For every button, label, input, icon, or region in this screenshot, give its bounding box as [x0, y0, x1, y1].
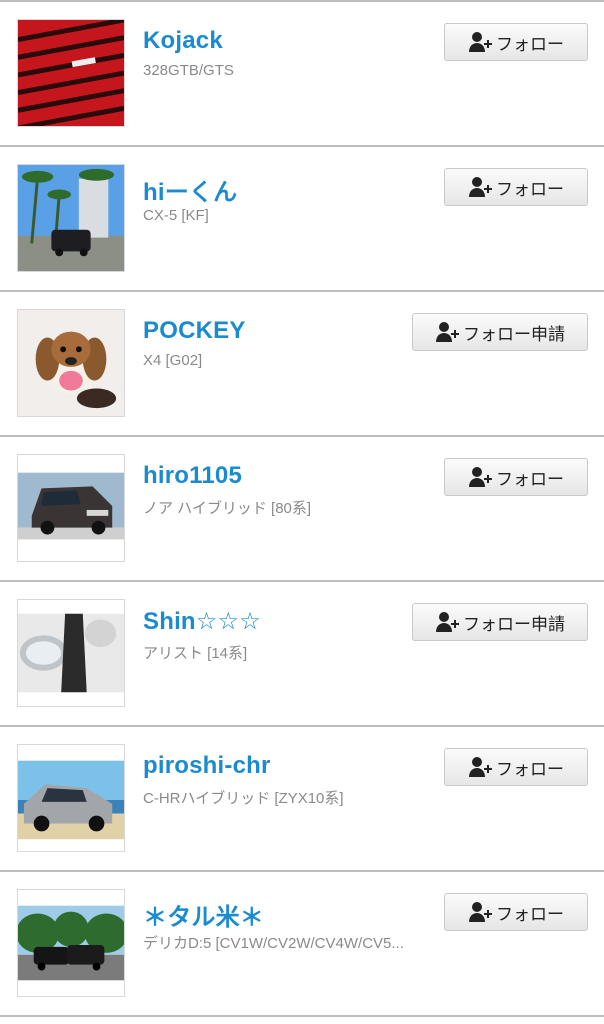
add-user-icon	[468, 901, 492, 923]
user-name[interactable]: Shin☆☆☆	[143, 607, 261, 636]
follow-button-label: フォロー	[496, 34, 564, 54]
user-name[interactable]: hiーくん	[143, 172, 237, 207]
user-car: CX-5 [KF]	[143, 207, 209, 224]
palm-tree-suv-photo	[18, 165, 124, 271]
user-avatar[interactable]	[17, 19, 125, 127]
user-car: X4 [G02]	[143, 352, 203, 369]
two-cars-photo	[18, 890, 124, 996]
user-name[interactable]: Kojack	[143, 27, 223, 55]
user-avatar[interactable]	[17, 889, 125, 997]
user-name[interactable]: hiro1105	[143, 462, 242, 490]
follow-button[interactable]: フォロー	[444, 893, 588, 931]
follow-button-label: フォロー	[496, 759, 564, 779]
beach-car-photo	[18, 745, 124, 851]
user-list: Kojack 328GTB/GTS フォロー hiーくん CX-5 [KF] フ…	[0, 0, 604, 1024]
add-user-icon	[468, 756, 492, 778]
add-user-icon	[468, 466, 492, 488]
list-item[interactable]: Kojack 328GTB/GTS フォロー	[0, 2, 604, 147]
follow-request-button-label: フォロー申請	[463, 324, 565, 344]
user-car: デリカD:5 [CV1W/CV2W/CV4W/CV5...	[143, 935, 404, 952]
list-item[interactable]: POCKEY X4 [G02] フォロー申請	[0, 292, 604, 437]
minivan-photo	[18, 455, 124, 561]
follow-button-label: フォロー	[496, 469, 564, 489]
headlight-photo	[18, 600, 124, 706]
user-name[interactable]: ＊タル米＊	[143, 897, 264, 932]
follow-button[interactable]: フォロー	[444, 168, 588, 206]
list-item[interactable]: ＊タル米＊ デリカD:5 [CV1W/CV2W/CV4W/CV5... フォロー	[0, 872, 604, 1017]
user-car: アリスト [14系]	[143, 645, 248, 662]
user-avatar[interactable]	[17, 599, 125, 707]
user-car: 328GTB/GTS	[143, 62, 234, 79]
add-user-icon	[435, 611, 459, 633]
user-avatar[interactable]	[17, 164, 125, 272]
user-avatar[interactable]	[17, 454, 125, 562]
list-item[interactable]: Shin☆☆☆ アリスト [14系] フォロー申請	[0, 582, 604, 727]
red-grille-photo	[18, 20, 124, 126]
follow-button[interactable]: フォロー	[444, 23, 588, 61]
user-car: ノア ハイブリッド [80系]	[143, 500, 312, 517]
follow-button-label: フォロー	[496, 904, 564, 924]
follow-button-label: フォロー	[496, 179, 564, 199]
user-avatar[interactable]	[17, 309, 125, 417]
list-item[interactable]: hiro1105 ノア ハイブリッド [80系] フォロー	[0, 437, 604, 582]
user-avatar[interactable]	[17, 744, 125, 852]
follow-request-button[interactable]: フォロー申請	[412, 313, 588, 351]
list-item[interactable]: hiーくん CX-5 [KF] フォロー	[0, 147, 604, 292]
follow-button[interactable]: フォロー	[444, 748, 588, 786]
list-item[interactable]: piroshi-chr C-HRハイブリッド [ZYX10系] フォロー	[0, 727, 604, 872]
add-user-icon	[468, 176, 492, 198]
follow-button[interactable]: フォロー	[444, 458, 588, 496]
plush-dog-photo	[18, 310, 124, 416]
add-user-icon	[468, 31, 492, 53]
user-car: C-HRハイブリッド [ZYX10系]	[143, 790, 344, 807]
follow-request-button[interactable]: フォロー申請	[412, 603, 588, 641]
follow-request-button-label: フォロー申請	[463, 614, 565, 634]
user-name[interactable]: POCKEY	[143, 317, 246, 345]
add-user-icon	[435, 321, 459, 343]
user-name[interactable]: piroshi-chr	[143, 752, 271, 780]
